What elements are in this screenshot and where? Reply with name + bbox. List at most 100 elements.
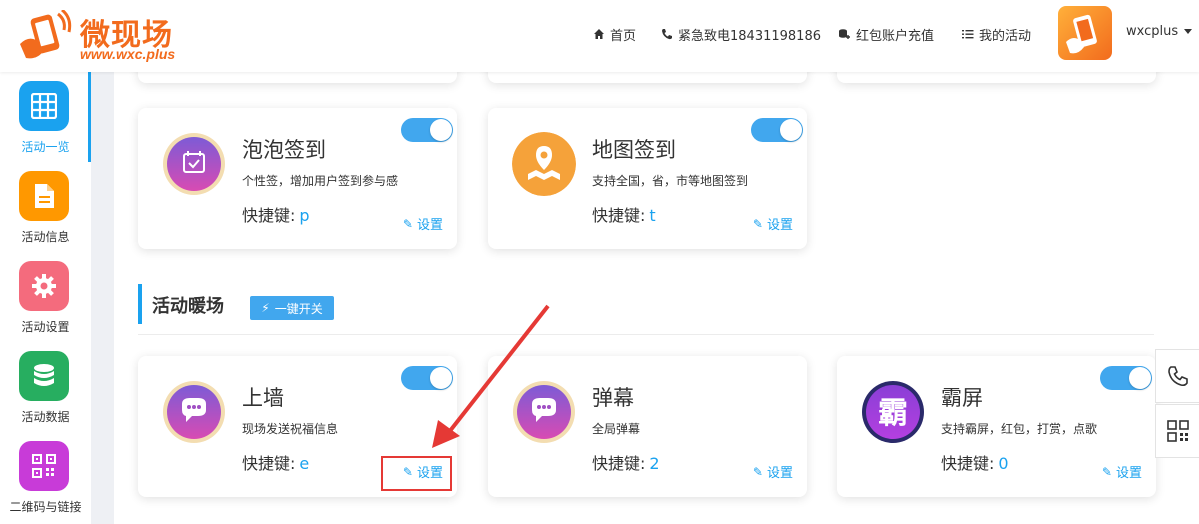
toggle-knob xyxy=(430,119,452,141)
sidebar-item-qrcode[interactable]: 二维码与链接 xyxy=(0,432,91,522)
sidebar-item-label: 活动一览 xyxy=(21,140,70,154)
nav-emergency-call[interactable]: 紧急致电18431198186 xyxy=(661,24,821,44)
toggle-knob xyxy=(780,119,802,141)
section-divider xyxy=(138,334,1154,335)
shortcut-key: 0 xyxy=(998,454,1009,473)
card-desc: 个性签，增加用户签到参与感 xyxy=(242,174,399,188)
logo[interactable]: 微现场 www.wxc.plus xyxy=(14,8,204,64)
nav-home[interactable]: 首页 xyxy=(593,24,636,44)
card-title: 弹幕 xyxy=(592,386,634,410)
shortcut-label: 快捷键: xyxy=(242,454,296,473)
settings-link[interactable]: ✎ 设置 xyxy=(752,214,793,234)
card-shortcut: 快捷键: 2 xyxy=(592,450,660,474)
card-desc: 现场发送祝福信息 xyxy=(242,422,339,436)
chat-bubble-icon xyxy=(163,381,225,443)
float-qrcode-button[interactable] xyxy=(1155,404,1199,458)
sidebar-item-label: 活动数据 xyxy=(21,410,70,424)
map-pin-icon xyxy=(512,132,576,196)
power-icon: ⚡ xyxy=(261,301,270,315)
nav-home-label: 首页 xyxy=(610,28,637,44)
settings-link[interactable]: ✎ 设置 xyxy=(402,214,443,234)
red-arrow-annotation xyxy=(432,304,550,448)
sidebar-item-label: 二维码与链接 xyxy=(9,500,82,514)
card-shortcut: 快捷键: p xyxy=(242,202,310,226)
list-icon xyxy=(962,30,974,39)
card-shortcut: 快捷键: t xyxy=(592,202,656,226)
qrcode-icon xyxy=(19,441,69,491)
card-title: 泡泡签到 xyxy=(242,138,326,162)
card-bubble-signin: 泡泡签到 个性签，增加用户签到参与感 快捷键: p ✎ 设置 xyxy=(138,108,457,249)
card-title: 霸屏 xyxy=(941,386,983,410)
phone-icon xyxy=(662,29,672,40)
section-title: 活动暖场 xyxy=(152,296,224,317)
card-shortcut: 快捷键: 0 xyxy=(941,450,1009,474)
home-icon xyxy=(594,29,604,39)
nav-activity-label: 我的活动 xyxy=(979,28,1032,44)
settings-link[interactable]: ✎ 设置 xyxy=(752,462,793,482)
card-desc: 支持全国，省，市等地图签到 xyxy=(592,174,749,188)
sidebar-item-settings[interactable]: 活动设置 xyxy=(0,252,91,342)
toggle-switch[interactable] xyxy=(751,118,803,142)
settings-label: 设置 xyxy=(1115,466,1142,481)
pencil-icon: ✎ xyxy=(752,216,763,231)
settings-label: 设置 xyxy=(766,466,793,481)
sidebar-item-data[interactable]: 活动数据 xyxy=(0,342,91,432)
sidebar-item-info[interactable]: 活动信息 xyxy=(0,162,91,252)
avatar[interactable] xyxy=(1058,6,1112,60)
pencil-icon: ✎ xyxy=(752,464,763,479)
card-title: 上墙 xyxy=(242,386,284,410)
highlight-box-annotation xyxy=(381,456,452,491)
float-call-button[interactable] xyxy=(1155,349,1199,403)
settings-link[interactable]: ✎ 设置 xyxy=(1101,462,1142,482)
nav-phone-label: 紧急致电18431198186 xyxy=(678,28,821,44)
card-dominate-screen: 霸 霸屏 支持霸屏，红包，打赏，点歌 快捷键: 0 ✎ 设置 xyxy=(837,356,1156,497)
dominate-badge-icon: 霸 xyxy=(862,381,924,443)
shortcut-label: 快捷键: xyxy=(592,454,646,473)
card-desc: 支持霸屏，红包，打赏，点歌 xyxy=(941,422,1098,436)
logo-url: www.wxc.plus xyxy=(80,46,176,62)
settings-label: 设置 xyxy=(416,218,443,233)
shortcut-key: p xyxy=(299,206,310,225)
calendar-icon xyxy=(163,133,225,195)
shortcut-label: 快捷键: xyxy=(242,206,296,225)
toggle-knob xyxy=(1129,367,1151,389)
shortcut-key: t xyxy=(649,206,656,225)
sidebar-item-overview[interactable]: 活动一览 xyxy=(0,72,91,162)
grid-icon xyxy=(19,81,69,131)
card-desc: 全局弹幕 xyxy=(592,422,641,436)
pencil-icon: ✎ xyxy=(1101,464,1112,479)
phone-icon xyxy=(1167,366,1188,387)
coins-icon xyxy=(839,29,850,39)
username: wxcplus xyxy=(1126,24,1179,39)
phone-logo-icon xyxy=(20,10,72,59)
card-shortcut: 快捷键: e xyxy=(242,450,309,474)
top-header: 微现场 www.wxc.plus 首页 紧急致电18431198186 红包账户… xyxy=(0,0,1199,72)
sidebar-item-label: 活动设置 xyxy=(21,320,70,334)
card-title: 地图签到 xyxy=(592,138,676,162)
nav-recharge-label: 红包账户充值 xyxy=(856,28,935,44)
sidebar-item-label: 活动信息 xyxy=(21,230,70,244)
toggle-switch[interactable] xyxy=(401,118,453,142)
svg-text:霸: 霸 xyxy=(878,396,908,431)
toggle-all-label: 一键开关 xyxy=(274,301,323,316)
shortcut-key: e xyxy=(299,454,310,473)
user-menu[interactable]: wxcplus xyxy=(1126,24,1193,39)
shortcut-label: 快捷键: xyxy=(592,206,646,225)
document-icon xyxy=(19,171,69,221)
toggle-all-button[interactable]: ⚡ 一键开关 xyxy=(250,296,334,320)
phone-logo-icon xyxy=(1066,14,1097,54)
sidebar: 活动一览 活动信息 活动设置 活动数据 二维码与链接 xyxy=(0,72,91,524)
shortcut-key: 2 xyxy=(649,454,660,473)
main-content: 泡泡签到 个性签，增加用户签到参与感 快捷键: p ✎ 设置 地图签到 支持全国，省… xyxy=(114,52,1199,524)
qrcode-icon xyxy=(1166,420,1189,442)
pencil-icon: ✎ xyxy=(402,216,413,231)
card-map-signin: 地图签到 支持全国，省，市等地图签到 快捷键: t ✎ 设置 xyxy=(488,108,807,249)
nav-my-activities[interactable]: 我的活动 xyxy=(962,24,1031,44)
toggle-switch[interactable] xyxy=(1100,366,1152,390)
shortcut-label: 快捷键: xyxy=(941,454,995,473)
caret-down-icon xyxy=(1184,29,1193,34)
section-warmup: 活动暖场 ⚡ 一键开关 xyxy=(138,284,334,324)
database-icon xyxy=(19,351,69,401)
nav-recharge[interactable]: 红包账户充值 xyxy=(838,24,934,44)
settings-label: 设置 xyxy=(766,218,793,233)
